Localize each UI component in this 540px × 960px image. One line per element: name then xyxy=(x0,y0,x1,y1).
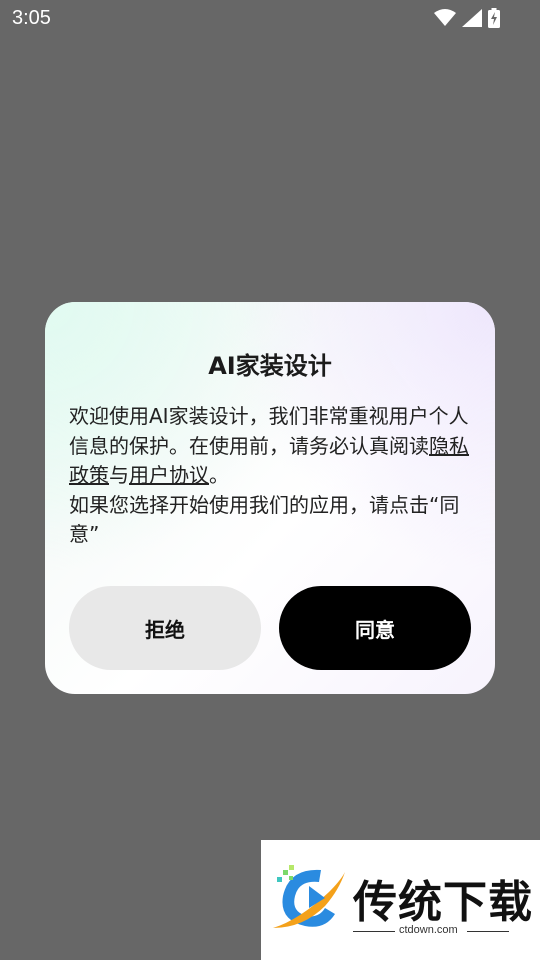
privacy-dialog: AI家装设计 欢迎使用AI家装设计，我们非常重视用户个人信息的保护。在使用前，请… xyxy=(45,302,495,694)
dialog-body-end: 。 xyxy=(209,463,229,487)
battery-charging-icon xyxy=(488,8,500,28)
dialog-title: AI家装设计 xyxy=(208,352,332,380)
watermark-divider-left xyxy=(353,931,395,932)
dialog-body-text: 欢迎使用AI家装设计，我们非常重视用户个人信息的保护。在使用前，请务必认真阅读 xyxy=(69,404,469,458)
watermark: 传统下载 ctdown.com xyxy=(261,840,540,960)
dialog-body: 欢迎使用AI家装设计，我们非常重视用户个人信息的保护。在使用前，请务必认真阅读隐… xyxy=(69,402,475,550)
user-agreement-link[interactable]: 用户协议 xyxy=(129,463,209,487)
dialog-instruction-text: 如果您选择开始使用我们的应用，请点击“同意” xyxy=(69,492,460,547)
watermark-divider-right xyxy=(467,931,509,932)
dialog-connector-text: 与 xyxy=(109,463,129,487)
reject-button[interactable]: 拒绝 xyxy=(69,586,261,670)
watermark-url: ctdown.com xyxy=(399,924,458,936)
status-bar: 3:05 xyxy=(0,0,540,36)
agree-button[interactable]: 同意 xyxy=(279,586,471,670)
status-icons xyxy=(434,8,500,28)
status-time: 3:05 xyxy=(12,7,51,29)
cellular-signal-icon xyxy=(462,9,482,27)
ctdown-logo-icon xyxy=(269,862,349,942)
watermark-title: 传统下载 xyxy=(353,877,533,928)
wifi-icon xyxy=(434,9,456,27)
